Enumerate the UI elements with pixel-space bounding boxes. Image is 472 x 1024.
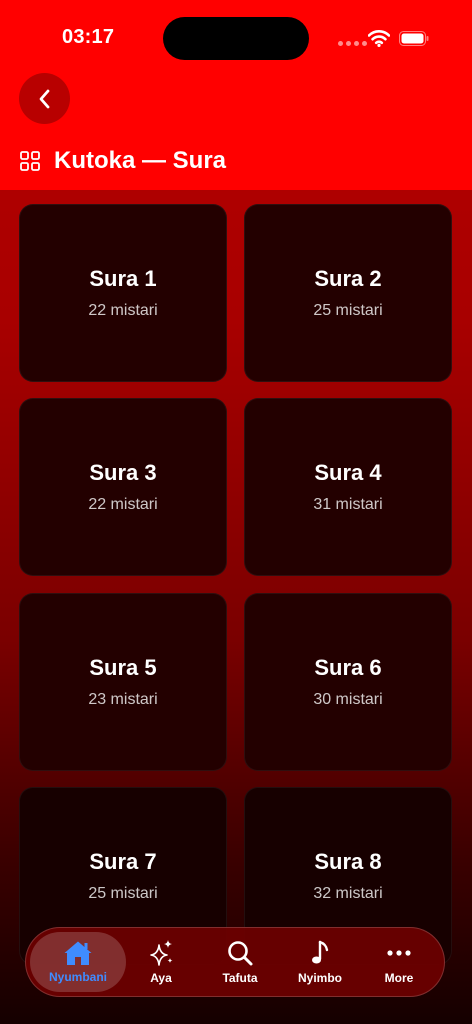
header: 03:17 Kutoka — Sura bbox=[0, 0, 472, 190]
chapter-card[interactable]: Sura 1 22 mistari bbox=[19, 204, 227, 382]
verse-count: 23 mistari bbox=[88, 691, 158, 708]
cellular-signal-icon bbox=[338, 41, 367, 46]
tab-label: More bbox=[384, 971, 414, 985]
page-title: Kutoka — Sura bbox=[54, 147, 227, 174]
search-icon bbox=[228, 941, 253, 966]
verse-count: 22 mistari bbox=[88, 302, 158, 319]
chapter-title: Sura 3 bbox=[89, 460, 157, 485]
chapter-title: Sura 8 bbox=[314, 849, 382, 874]
chevron-left-icon bbox=[39, 89, 49, 108]
tab-more[interactable]: More bbox=[364, 932, 434, 992]
chapter-title: Sura 6 bbox=[314, 655, 382, 680]
tab-bar: Nyumbani Aya Tafuta Nyimbo More bbox=[25, 927, 445, 997]
chapter-card[interactable]: Sura 4 31 mistari bbox=[244, 398, 452, 576]
more-icon bbox=[387, 950, 411, 956]
tab-label: Aya bbox=[150, 971, 172, 985]
verse-count: 22 mistari bbox=[88, 496, 158, 513]
chapter-title: Sura 5 bbox=[89, 655, 157, 680]
screen: 03:17 Kutoka — Sura Sura 1 22 mistari Su… bbox=[0, 0, 472, 1024]
house-icon bbox=[64, 941, 92, 965]
grid-icon bbox=[20, 151, 40, 171]
status-time: 03:17 bbox=[62, 26, 115, 48]
tab-nyumbani[interactable]: Nyumbani bbox=[30, 932, 126, 992]
verse-count: 25 mistari bbox=[88, 885, 158, 902]
chapter-title: Sura 2 bbox=[314, 266, 382, 291]
verse-count: 32 mistari bbox=[313, 885, 383, 902]
wifi-icon bbox=[368, 30, 390, 47]
tab-tafuta[interactable]: Tafuta bbox=[204, 932, 276, 992]
chapter-card[interactable]: Sura 5 23 mistari bbox=[19, 593, 227, 771]
verse-count: 31 mistari bbox=[313, 496, 383, 513]
chapter-card[interactable]: Sura 6 30 mistari bbox=[244, 593, 452, 771]
tab-nyimbo[interactable]: Nyimbo bbox=[284, 932, 356, 992]
battery-icon bbox=[399, 31, 429, 46]
chapter-title: Sura 4 bbox=[314, 460, 382, 485]
tab-label: Tafuta bbox=[222, 971, 258, 985]
music-note-icon bbox=[312, 940, 329, 964]
sparkles-icon bbox=[150, 940, 173, 966]
back-button[interactable] bbox=[19, 73, 70, 124]
tab-aya[interactable]: Aya bbox=[126, 932, 196, 992]
tab-label: Nyumbani bbox=[48, 970, 107, 984]
title-row: Kutoka — Sura bbox=[20, 147, 226, 175]
tab-label: Nyimbo bbox=[297, 971, 342, 985]
verse-count: 30 mistari bbox=[313, 691, 383, 708]
chapter-title: Sura 7 bbox=[89, 849, 157, 874]
dynamic-island bbox=[163, 17, 309, 60]
chapter-card[interactable]: Sura 2 25 mistari bbox=[244, 204, 452, 382]
verse-count: 25 mistari bbox=[313, 302, 383, 319]
chapter-title: Sura 1 bbox=[89, 266, 157, 291]
chapter-card[interactable]: Sura 3 22 mistari bbox=[19, 398, 227, 576]
